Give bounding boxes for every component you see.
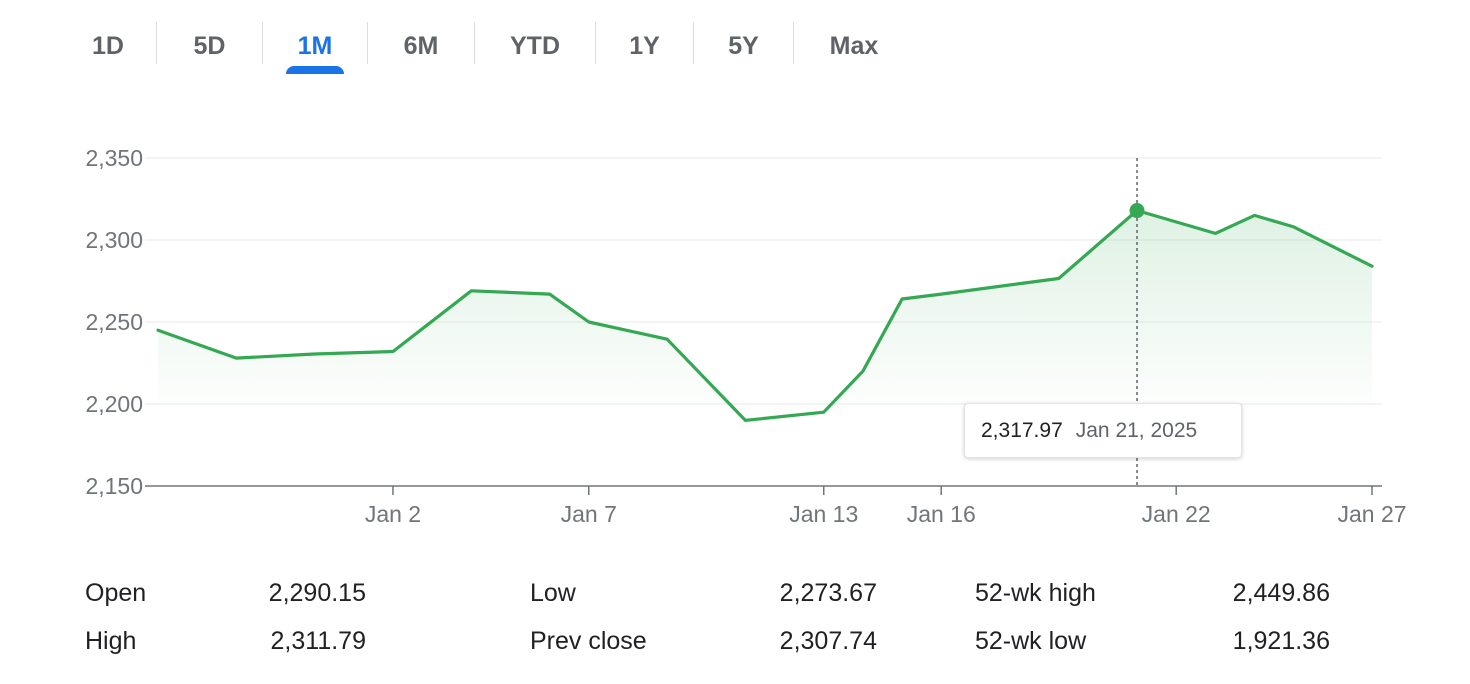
- x-axis: Jan 2 Jan 7 Jan 13 Jan 16 Jan 22 Jan 27: [145, 485, 1407, 527]
- stat-label-high: High: [85, 627, 137, 655]
- y-tick-label: 2,150: [85, 473, 143, 499]
- tooltip-price: 2,317.97: [981, 418, 1063, 442]
- x-tick-label: Jan 13: [789, 501, 858, 527]
- x-tick-label: Jan 27: [1337, 501, 1406, 527]
- stat-label-52wk-high: 52-wk high: [975, 579, 1096, 607]
- x-tick-label: Jan 16: [907, 501, 976, 527]
- y-axis-labels: 2,150 2,200 2,250 2,300 2,350: [85, 145, 143, 499]
- stat-value-open: 2,290.15: [268, 579, 366, 607]
- stat-label-prev-close: Prev close: [530, 627, 647, 655]
- stat-label-low: Low: [530, 579, 576, 607]
- x-tick-label: Jan 2: [365, 501, 421, 527]
- y-tick-label: 2,300: [85, 227, 143, 253]
- y-tick-label: 2,350: [85, 145, 143, 171]
- stat-value-52wk-low: 1,921.36: [1232, 627, 1330, 655]
- stat-label-52wk-low: 52-wk low: [975, 627, 1087, 655]
- stat-label-open: Open: [85, 579, 147, 607]
- key-stats: Open 2,290.15 High 2,311.79 Low 2,273.67…: [0, 572, 1470, 684]
- stat-value-low: 2,273.67: [779, 579, 877, 607]
- x-tick-label: Jan 7: [561, 501, 617, 527]
- price-chart[interactable]: 2,1502,2002,2502,3002,350 Jan 2 Jan 7 Jan …: [0, 0, 1470, 560]
- stat-value-52wk-high: 2,449.86: [1232, 579, 1330, 607]
- hover-point-marker: [1129, 203, 1145, 219]
- tooltip-date: Jan 21, 2025: [1075, 418, 1198, 442]
- stat-value-prev-close: 2,307.74: [779, 627, 877, 655]
- stat-value-high: 2,311.79: [270, 627, 366, 655]
- y-tick-label: 2,250: [85, 309, 143, 335]
- price-area-fill: [158, 210, 1372, 421]
- x-tick-label: Jan 22: [1142, 501, 1211, 527]
- price-tooltip: 2,317.97 Jan 21, 2025: [964, 403, 1242, 458]
- y-tick-label: 2,200: [85, 391, 143, 417]
